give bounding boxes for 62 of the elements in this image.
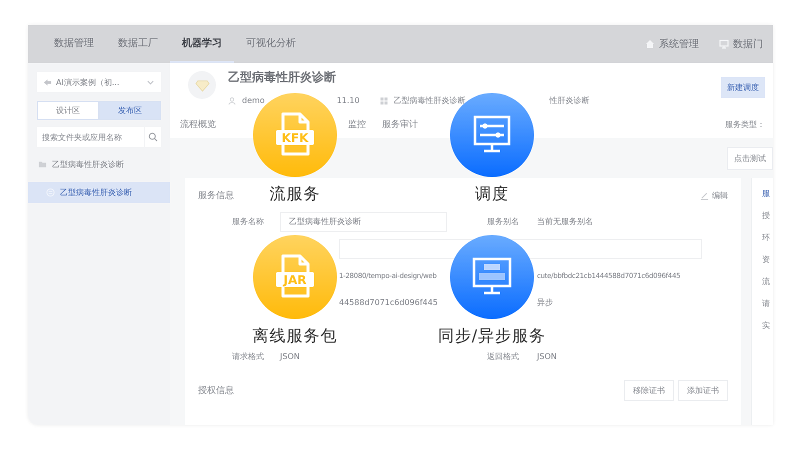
home-icon bbox=[645, 39, 655, 49]
nav-link[interactable]: 系统管理 bbox=[635, 25, 709, 63]
file-type-label: KFK bbox=[282, 131, 308, 145]
date-text: 11.10 bbox=[336, 96, 360, 105]
test-button[interactable]: 点击测试 bbox=[727, 147, 773, 170]
field-value: 44588d7071c6d096f445 bbox=[339, 298, 439, 307]
anchor-link[interactable]: 环 bbox=[762, 232, 773, 243]
field-label: 返回格式 bbox=[487, 351, 520, 362]
grid-icon bbox=[380, 96, 388, 104]
file-type-label: JAR bbox=[284, 273, 306, 287]
field-label: 服务名称 bbox=[232, 216, 265, 227]
nav-tab[interactable]: 数据管理 bbox=[42, 25, 106, 63]
anchor-link[interactable]: 服 bbox=[762, 188, 773, 199]
project-dropdown[interactable]: AI演示案例（初... bbox=[37, 72, 161, 92]
nav-link-label: 数据门 bbox=[733, 38, 763, 51]
anchor-link[interactable]: 请 bbox=[762, 298, 773, 309]
monitor-icon bbox=[719, 39, 729, 49]
input-field[interactable]: 乙型病毒性肝炎诊断 bbox=[280, 212, 447, 232]
nav-link[interactable]: 数据门 bbox=[709, 25, 773, 63]
field-label: 服务别名 bbox=[487, 216, 520, 227]
field-value: 当前无服务别名 bbox=[536, 216, 594, 227]
service-type-label: 服务类型： bbox=[725, 118, 765, 130]
app-name: 乙型病毒性肝炎诊断 bbox=[394, 95, 466, 106]
search-field[interactable]: 搜索文件夹或应用名称 bbox=[37, 127, 144, 147]
anchor-link[interactable]: 流 bbox=[762, 276, 773, 287]
nav-tab[interactable]: 可视化分析 bbox=[234, 25, 308, 63]
feature-label: 流服务 bbox=[270, 184, 320, 205]
feature-label: 同步/异步服务 bbox=[438, 326, 546, 347]
section-title: 授权信息 bbox=[198, 384, 234, 397]
feature-label: 调度 bbox=[475, 184, 509, 205]
monitor-icon bbox=[472, 258, 512, 294]
anchor-link[interactable]: 授 bbox=[762, 210, 773, 221]
user-icon bbox=[228, 96, 236, 104]
page-tab[interactable]: 监控 bbox=[348, 118, 366, 136]
field-value: JSON bbox=[536, 352, 558, 361]
feature-label: 离线服务包 bbox=[252, 326, 338, 347]
page-tab[interactable]: 服务审计 bbox=[382, 118, 418, 136]
path-text: 性肝炎诊断 bbox=[550, 95, 590, 106]
anchor-link[interactable]: 实 bbox=[762, 320, 773, 331]
monitor-sliders-icon bbox=[474, 116, 510, 152]
tree-item[interactable]: 乙型病毒性肝炎诊断 bbox=[28, 154, 170, 175]
page-tab[interactable]: 流程概览 bbox=[180, 118, 216, 136]
field-label: 请求格式 bbox=[232, 351, 265, 362]
back-icon bbox=[43, 78, 52, 86]
edit-link[interactable]: 编辑 bbox=[700, 190, 728, 201]
field-value: JSON bbox=[280, 352, 301, 361]
new-schedule-button[interactable]: 新建调度 bbox=[721, 77, 765, 98]
field-value: 异步 bbox=[536, 297, 554, 308]
anchor-link[interactable]: 资 bbox=[762, 254, 773, 265]
pencil-icon bbox=[700, 191, 709, 200]
search-icon[interactable] bbox=[145, 127, 161, 147]
user-name: demo bbox=[242, 96, 265, 105]
nav-tab[interactable]: 数据工厂 bbox=[106, 25, 170, 63]
section-title: 服务信息 bbox=[198, 190, 234, 202]
page-title: 乙型病毒性肝炎诊断 bbox=[228, 69, 337, 86]
tree-item[interactable]: 乙型病毒性肝炎诊断 bbox=[28, 182, 170, 203]
folder-icon bbox=[38, 160, 47, 169]
area-tab[interactable]: 设计区 bbox=[37, 101, 99, 120]
nav-link-label: 系统管理 bbox=[659, 38, 699, 51]
area-tab[interactable]: 发布区 bbox=[99, 101, 161, 120]
certificate-button[interactable]: 添加证书 bbox=[678, 380, 728, 401]
certificate-button[interactable]: 移除证书 bbox=[624, 380, 674, 401]
